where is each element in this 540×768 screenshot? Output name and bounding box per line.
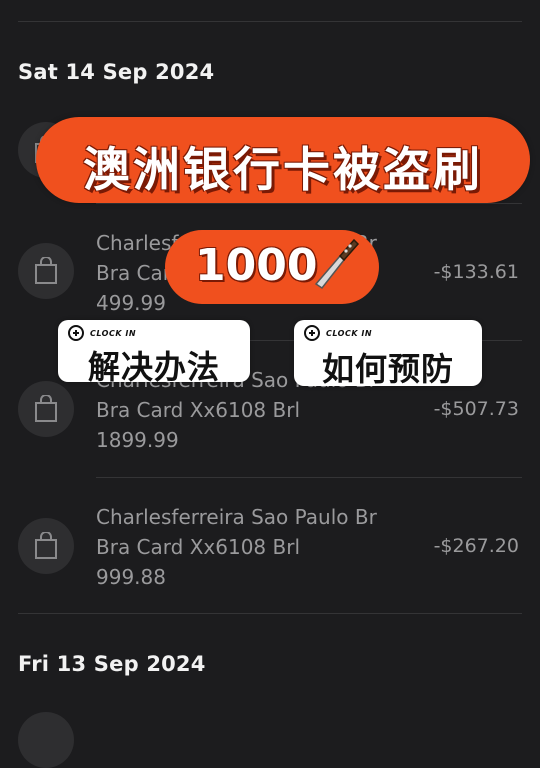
- amount-pill: 1000: [165, 230, 379, 304]
- transaction-amount: -$133.61: [433, 261, 519, 283]
- row-divider: [96, 477, 522, 478]
- shopping-bag-icon: [18, 518, 74, 574]
- top-divider: [18, 21, 522, 22]
- transaction-amount: -$507.73: [433, 398, 519, 420]
- knife-icon: [314, 238, 360, 290]
- sticker-tag: CLOCK IN: [300, 324, 381, 342]
- shopping-bag-icon: [18, 243, 74, 299]
- sticker-tag: CLOCK IN: [64, 324, 145, 342]
- transaction-description: Charlesferreira Sao Paulo Br Bra Card Xx…: [96, 502, 426, 592]
- amount-pill-value: 1000: [195, 240, 318, 291]
- sticker-text: 解决办法: [87, 348, 220, 386]
- plus-circle-icon: [304, 325, 320, 341]
- sticker-tag-text: CLOCK IN: [326, 328, 373, 338]
- shopping-bag-icon: [18, 712, 74, 768]
- sticker-solutions: CLOCK IN 解决办法: [58, 320, 250, 386]
- plus-circle-icon: [68, 325, 84, 341]
- transaction-original-amount: 1899.99: [96, 428, 179, 452]
- transaction-amount: -$267.20: [433, 535, 519, 557]
- sticker-text: 如何预防: [321, 350, 454, 388]
- shopping-bag-icon: [18, 381, 74, 437]
- transaction-card: Bra Card Xx6108 Brl: [96, 535, 300, 559]
- date-header-sat: Sat 14 Sep 2024: [18, 60, 215, 84]
- section-divider: [18, 613, 522, 614]
- row-divider: [96, 203, 522, 204]
- sticker-tag-text: CLOCK IN: [90, 328, 137, 338]
- sticker-prevention: CLOCK IN 如何预防: [294, 320, 482, 388]
- title-banner: 澳洲银行卡被盗刷: [36, 117, 530, 203]
- transaction-card: Bra Card Xx6108 Brl: [96, 398, 300, 422]
- transaction-original-amount: 999.88: [96, 565, 166, 589]
- date-header-fri: Fri 13 Sep 2024: [18, 652, 206, 676]
- transaction-merchant: Charlesferreira Sao Paulo Br: [96, 505, 377, 529]
- banner-title: 澳洲银行卡被盗刷: [83, 143, 483, 198]
